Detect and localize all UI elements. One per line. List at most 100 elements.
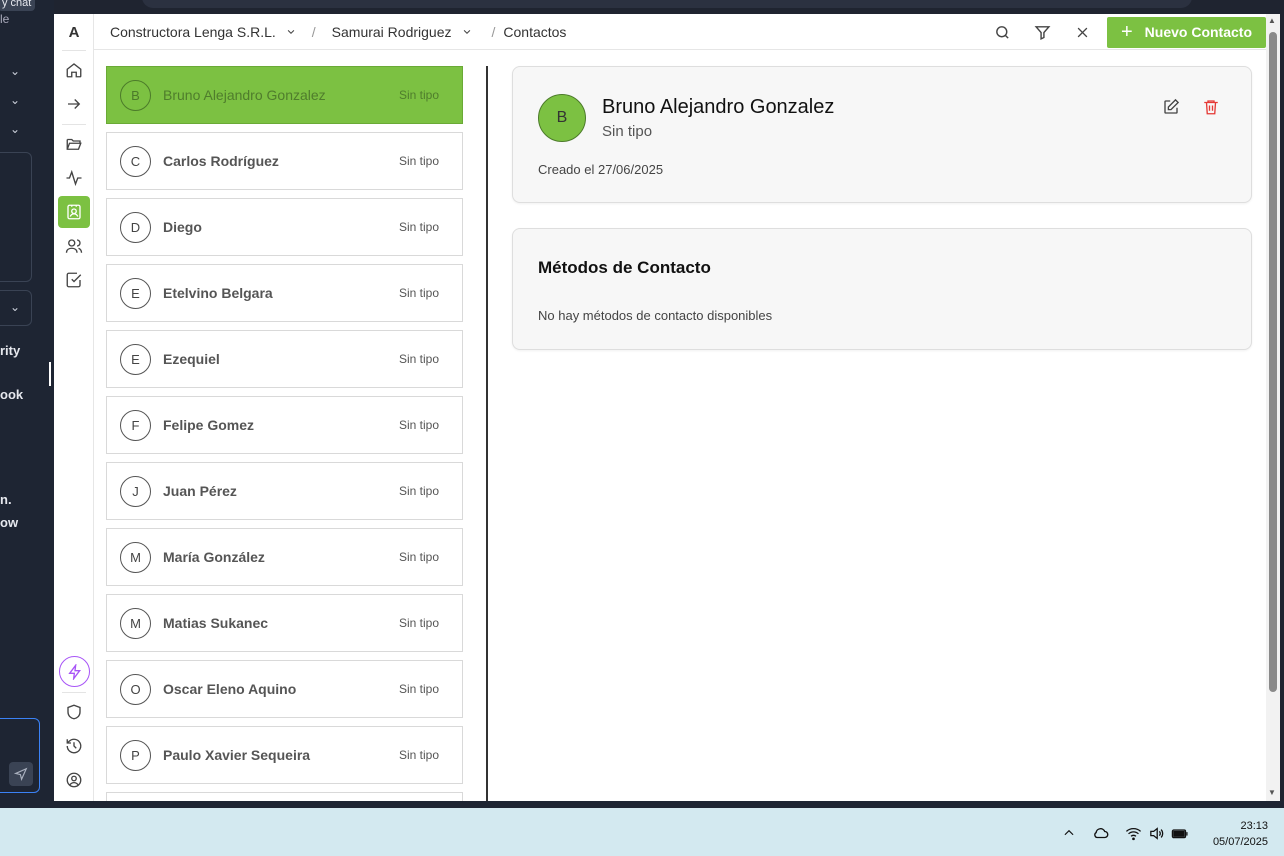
- pane-divider[interactable]: [486, 66, 488, 801]
- contact-type: Sin tipo: [398, 748, 439, 762]
- app-window: A Constructora Lenga S.R.L. / Samurai Ro…: [54, 14, 1280, 801]
- contact-name: María González: [163, 549, 265, 565]
- list-item[interactable]: D Diego Sin tipo: [106, 198, 463, 256]
- contact-type: Sin tipo: [398, 88, 439, 102]
- breadcrumb-current: Contactos: [503, 24, 566, 40]
- list-item[interactable]: [106, 792, 463, 801]
- list-item[interactable]: J Juan Pérez Sin tipo: [106, 462, 463, 520]
- contact-list: B Bruno Alejandro Gonzalez Sin tipo C Ca…: [106, 66, 463, 801]
- chevron-down-icon[interactable]: ⌄: [10, 64, 22, 78]
- avatar: D: [120, 211, 151, 243]
- system-clock[interactable]: 23:13 05/07/2025: [1213, 818, 1268, 850]
- chevron-down-icon[interactable]: ⌄: [10, 93, 22, 107]
- scrollbar-thumb[interactable]: [1269, 32, 1277, 692]
- fragment-text: y chat: [0, 0, 36, 11]
- close-icon[interactable]: [1062, 16, 1102, 48]
- search-icon[interactable]: [982, 16, 1022, 48]
- section-title: Métodos de Contacto: [538, 258, 711, 277]
- text-cursor: [49, 362, 51, 386]
- chevron-down-icon: ⌄: [10, 300, 21, 314]
- address-bar[interactable]: [142, 0, 1192, 8]
- shield-icon[interactable]: [62, 700, 86, 724]
- avatar: F: [120, 409, 151, 441]
- new-contact-label: Nuevo Contacto: [1144, 24, 1253, 40]
- history-icon[interactable]: [62, 734, 86, 758]
- avatar: E: [120, 343, 151, 375]
- new-contact-button[interactable]: + Nuevo Contacto: [1107, 16, 1266, 48]
- home-icon[interactable]: [62, 58, 86, 82]
- contacts-icon[interactable]: [58, 196, 90, 228]
- users-icon[interactable]: [62, 234, 86, 258]
- contact-type: Sin tipo: [398, 418, 439, 432]
- list-item[interactable]: B Bruno Alejandro Gonzalez Sin tipo: [106, 66, 463, 124]
- plus-icon: +: [1120, 21, 1133, 43]
- breadcrumb-label: Contactos: [503, 23, 567, 40]
- contact-type: Sin tipo: [398, 682, 439, 696]
- panel-box: [0, 152, 32, 282]
- filter-icon[interactable]: [1022, 16, 1062, 48]
- list-item[interactable]: M María González Sin tipo: [106, 528, 463, 586]
- list-item[interactable]: F Felipe Gomez Sin tipo: [106, 396, 463, 454]
- folder-open-icon[interactable]: [62, 132, 86, 156]
- scroll-down-icon[interactable]: ▼: [1268, 788, 1276, 797]
- avatar: B: [120, 79, 151, 111]
- battery-icon[interactable]: [1171, 824, 1189, 842]
- fragment-text: ook: [0, 387, 24, 402]
- contact-type: Sin tipo: [398, 484, 439, 498]
- chevron-up-icon[interactable]: [1060, 824, 1078, 842]
- arrow-right-icon[interactable]: [62, 92, 86, 116]
- empty-state-text: No hay métodos de contacto disponibles: [538, 308, 773, 323]
- activity-icon[interactable]: [62, 166, 86, 190]
- contact-type: Sin tipo: [398, 352, 439, 366]
- contact-name: Oscar Eleno Aquino: [163, 681, 297, 697]
- contact-name: Ezequiel: [163, 351, 220, 367]
- send-icon[interactable]: [9, 762, 33, 786]
- avatar: B: [538, 94, 586, 142]
- contact-detail-name: Bruno Alejandro Gonzalez: [602, 96, 835, 118]
- contact-methods-card: Métodos de Contacto No hay métodos de co…: [512, 228, 1252, 350]
- cloud-icon[interactable]: [1092, 824, 1110, 842]
- check-square-icon[interactable]: [62, 268, 86, 292]
- list-item[interactable]: E Etelvino Belgara Sin tipo: [106, 264, 463, 322]
- chevron-down-icon: [287, 29, 295, 34]
- breadcrumb-company[interactable]: Constructora Lenga S.R.L.: [110, 24, 296, 40]
- nav-rail: A: [54, 14, 94, 801]
- contact-name: Carlos Rodríguez: [163, 153, 279, 169]
- contact-type: Sin tipo: [398, 616, 439, 630]
- chevron-down-icon[interactable]: ⌄: [10, 122, 22, 136]
- bolt-icon[interactable]: [59, 656, 90, 687]
- window-frame: [0, 801, 1284, 808]
- list-item[interactable]: C Carlos Rodríguez Sin tipo: [106, 132, 463, 190]
- contact-detail-card: B Bruno Alejandro Gonzalez Sin tipo Crea…: [512, 66, 1252, 203]
- fragment-text: rity: [0, 343, 21, 358]
- avatar: J: [120, 475, 151, 507]
- scrollbar[interactable]: ▲ ▼: [1266, 14, 1280, 801]
- breadcrumb-separator: /: [491, 23, 496, 40]
- wifi-icon[interactable]: [1124, 824, 1142, 842]
- background-app-panel: y chat le ⌄ ⌄ ⌄ ⌄ rity ook n. ow: [0, 0, 54, 808]
- contact-name: Diego: [163, 219, 202, 235]
- avatar: O: [120, 673, 151, 705]
- list-item[interactable]: E Ezequiel Sin tipo: [106, 330, 463, 388]
- contact-type: Sin tipo: [398, 220, 439, 234]
- volume-icon[interactable]: [1147, 824, 1165, 842]
- edit-icon[interactable]: [1162, 98, 1182, 118]
- app-logo[interactable]: A: [54, 24, 94, 41]
- list-item[interactable]: M Matias Sukanec Sin tipo: [106, 594, 463, 652]
- contact-type: Sin tipo: [398, 550, 439, 564]
- contact-name: Matias Sukanec: [163, 615, 269, 631]
- list-item[interactable]: O Oscar Eleno Aquino Sin tipo: [106, 660, 463, 718]
- breadcrumb-label: Constructora Lenga S.R.L.: [110, 23, 276, 40]
- list-item[interactable]: P Paulo Xavier Sequeira Sin tipo: [106, 726, 463, 784]
- trash-icon[interactable]: [1202, 98, 1222, 118]
- scroll-up-icon[interactable]: ▲: [1268, 16, 1276, 25]
- contact-name: Felipe Gomez: [163, 417, 255, 433]
- contact-name: Etelvino Belgara: [163, 285, 273, 301]
- user-circle-icon[interactable]: [62, 768, 86, 792]
- header-tools: + Nuevo Contacto: [982, 16, 1266, 48]
- fragment-text: le: [0, 12, 10, 26]
- avatar: C: [120, 145, 151, 177]
- contact-name: Juan Pérez: [163, 483, 237, 499]
- breadcrumb-project[interactable]: Samurai Rodriguez: [332, 24, 472, 40]
- divider: [62, 692, 86, 693]
